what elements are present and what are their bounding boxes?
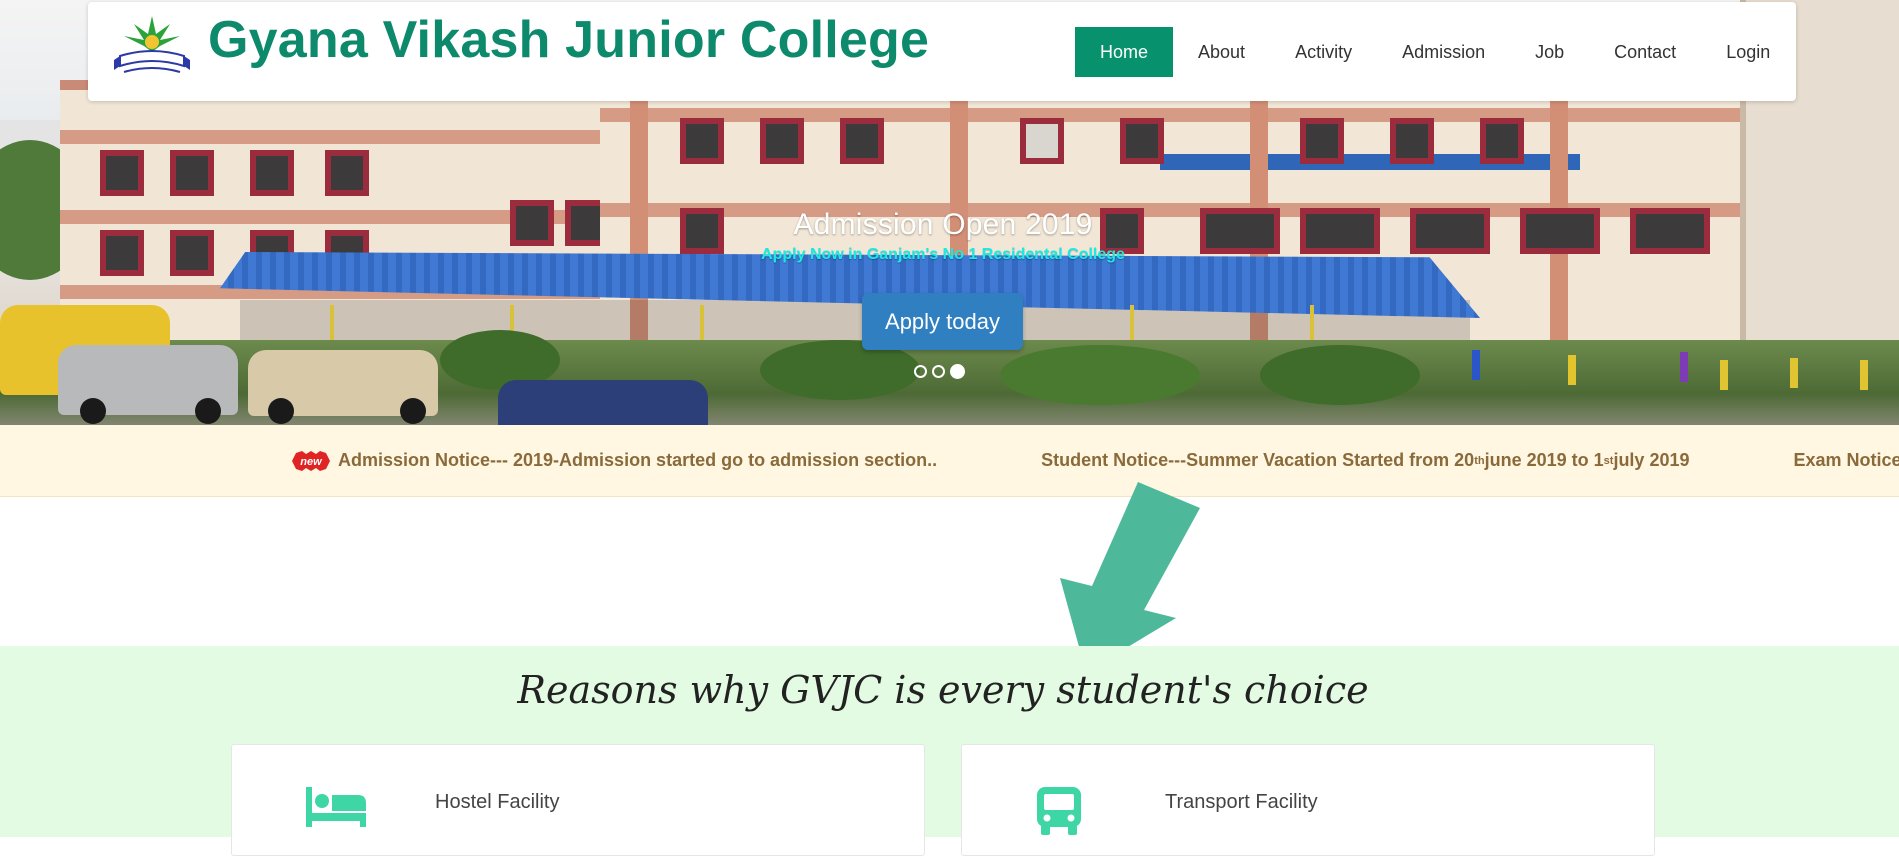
ticker-text: Admission Notice--- 2019-Admission start… (338, 450, 937, 471)
card-title: Transport Facility (1165, 791, 1318, 814)
ticker-item-student[interactable]: Student Notice---Summer Vacation Started… (1041, 450, 1689, 471)
nav-home[interactable]: Home (1075, 27, 1173, 77)
hero-subtitle: Apply Now in Ganjam's No 1 Residental Co… (0, 246, 1886, 264)
top-navbar: Gyana Vikash Junior College Home About A… (88, 2, 1796, 101)
college-name[interactable]: Gyana Vikash Junior College (208, 10, 929, 70)
hero-car (498, 380, 708, 425)
svg-text:new: new (300, 456, 323, 468)
nav-login[interactable]: Login (1701, 27, 1795, 77)
nav-activity[interactable]: Activity (1270, 27, 1377, 77)
apply-today-button[interactable]: Apply today (862, 293, 1023, 350)
ticker-item-admission[interactable]: new Admission Notice--- 2019-Admission s… (292, 450, 937, 471)
card-title: Hostel Facility (435, 791, 559, 814)
hero-title: Admission Open 2019 (0, 208, 1886, 242)
nav-about[interactable]: About (1173, 27, 1270, 77)
new-badge-icon: new (292, 451, 330, 471)
reasons-heading: Reasons why GVJC is every student's choi… (0, 668, 1886, 712)
hero-caption: Admission Open 2019 Apply Now in Ganjam'… (0, 208, 1886, 264)
nav-contact[interactable]: Contact (1589, 27, 1701, 77)
ticker-item-exam[interactable]: Exam Notice- (1794, 450, 1899, 471)
college-logo[interactable] (110, 14, 194, 80)
reasons-section: Reasons why GVJC is every student's choi… (0, 646, 1899, 837)
transport-facility-card[interactable]: Transport Facility (961, 744, 1655, 856)
slider-indicators (914, 365, 965, 379)
down-arrow-icon (1050, 482, 1210, 672)
slider-dot-2[interactable] (932, 365, 945, 378)
ticker-text: Exam Notice- (1794, 450, 1899, 471)
nav-admission[interactable]: Admission (1377, 27, 1510, 77)
bed-icon (304, 785, 368, 829)
slider-dot-1[interactable] (914, 365, 927, 378)
slider-dot-3-active[interactable] (950, 364, 965, 379)
notice-ticker: new Admission Notice--- 2019-Admission s… (0, 425, 1899, 497)
bus-icon (1034, 785, 1084, 837)
nav-job[interactable]: Job (1510, 27, 1589, 77)
main-nav: Home About Activity Admission Job Contac… (1075, 27, 1795, 77)
hostel-facility-card[interactable]: Hostel Facility (231, 744, 925, 856)
